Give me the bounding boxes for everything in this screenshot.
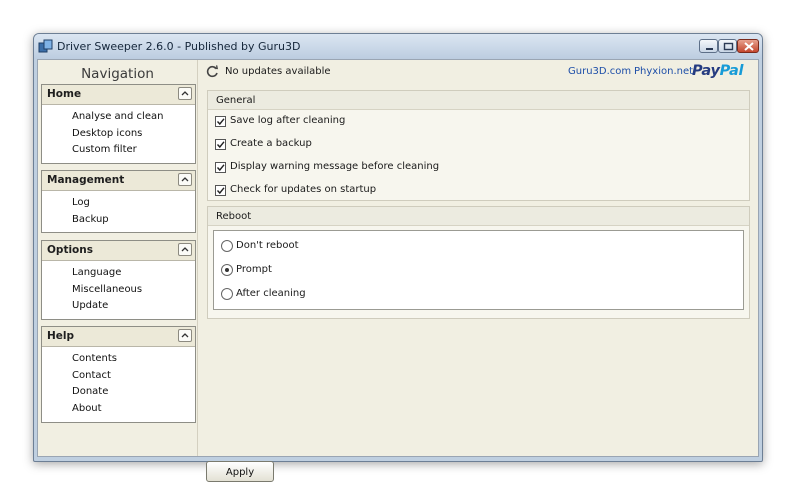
after-cleaning-label: After cleaning	[236, 288, 306, 299]
nav-group-title: Home	[47, 88, 82, 100]
nav-item-analyse-and-clean[interactable]: Analyse and clean	[72, 111, 163, 122]
nav-group-management: Management Log Backup	[41, 170, 196, 233]
reboot-group: Reboot Don't reboot Prompt After cleanin…	[207, 206, 750, 319]
create-backup-label: Create a backup	[230, 138, 312, 149]
nav-item-contact[interactable]: Contact	[72, 370, 111, 381]
nav-item-miscellaneous[interactable]: Miscellaneous	[72, 284, 142, 295]
paypal-link[interactable]: PayPal	[692, 63, 743, 79]
general-group: General Save log after cleaning Create a…	[207, 90, 750, 201]
app-icon	[38, 39, 53, 54]
collapse-icon[interactable]	[178, 243, 192, 256]
close-button[interactable]	[737, 39, 759, 53]
nav-group-title: Management	[47, 174, 125, 186]
nav-item-language[interactable]: Language	[72, 267, 121, 278]
top-bar: No updates available Guru3D.com Phyxion.…	[203, 63, 753, 80]
nav-item-log[interactable]: Log	[72, 197, 90, 208]
nav-item-update[interactable]: Update	[72, 300, 108, 311]
nav-item-backup[interactable]: Backup	[72, 214, 109, 225]
title-bar[interactable]: Driver Sweeper 2.6.0 - Published by Guru…	[34, 34, 762, 59]
paypal-logo-part: Pay	[692, 63, 720, 79]
guru3d-link[interactable]: Guru3D.com	[568, 66, 631, 77]
nav-group-help: Help Contents Contact Donate About	[41, 326, 196, 423]
nav-item-custom-filter[interactable]: Custom filter	[72, 144, 137, 155]
nav-group-header[interactable]: Options	[42, 241, 195, 261]
prompt-radio[interactable]	[221, 264, 233, 276]
prompt-label: Prompt	[236, 264, 272, 275]
minimize-button[interactable]	[699, 39, 718, 53]
dont-reboot-label: Don't reboot	[236, 240, 299, 251]
collapse-icon[interactable]	[178, 173, 192, 186]
phyxion-link[interactable]: Phyxion.net	[634, 66, 693, 77]
nav-group-header[interactable]: Help	[42, 327, 195, 347]
group-title: General	[216, 95, 256, 106]
nav-group-header[interactable]: Home	[42, 85, 195, 105]
nav-group-header[interactable]: Management	[42, 171, 195, 191]
dont-reboot-radio[interactable]	[221, 240, 233, 252]
reboot-options-box: Don't reboot Prompt After cleaning	[213, 230, 744, 310]
after-cleaning-radio[interactable]	[221, 288, 233, 300]
create-backup-checkbox[interactable]	[215, 139, 226, 150]
update-status-text: No updates available	[225, 66, 331, 77]
nav-item-contents[interactable]: Contents	[72, 353, 117, 364]
apply-button[interactable]: Apply	[206, 461, 274, 482]
refresh-icon	[206, 65, 219, 78]
nav-group-home: Home Analyse and clean Desktop icons Cus…	[41, 84, 196, 164]
collapse-icon[interactable]	[178, 87, 192, 100]
navigation-title: Navigation	[81, 66, 154, 82]
radio-selected-dot	[225, 268, 229, 272]
group-title: Reboot	[216, 211, 252, 222]
group-header: General	[208, 91, 749, 110]
nav-group-title: Options	[47, 244, 93, 256]
nav-item-about[interactable]: About	[72, 403, 102, 414]
navigation-panel: Navigation Home Analyse and clean Deskto…	[38, 60, 197, 456]
app-window: Driver Sweeper 2.6.0 - Published by Guru…	[33, 33, 763, 482]
check-updates-checkbox[interactable]	[215, 185, 226, 196]
save-log-label: Save log after cleaning	[230, 115, 346, 126]
warning-message-checkbox[interactable]	[215, 162, 226, 173]
window-title: Driver Sweeper 2.6.0 - Published by Guru…	[57, 40, 301, 53]
paypal-logo-part: Pal	[719, 63, 744, 79]
maximize-button[interactable]	[718, 39, 737, 53]
panel-divider	[197, 60, 198, 456]
collapse-icon[interactable]	[178, 329, 192, 342]
nav-item-donate[interactable]: Donate	[72, 386, 108, 397]
client-area: Navigation Home Analyse and clean Deskto…	[37, 59, 759, 482]
check-updates-label: Check for updates on startup	[230, 184, 377, 195]
nav-group-options: Options Language Miscellaneous Update	[41, 240, 196, 320]
nav-group-title: Help	[47, 330, 75, 342]
nav-item-desktop-icons[interactable]: Desktop icons	[72, 128, 142, 139]
warning-message-label: Display warning message before cleaning	[230, 161, 440, 172]
save-log-checkbox[interactable]	[215, 116, 226, 127]
group-header: Reboot	[208, 207, 749, 226]
